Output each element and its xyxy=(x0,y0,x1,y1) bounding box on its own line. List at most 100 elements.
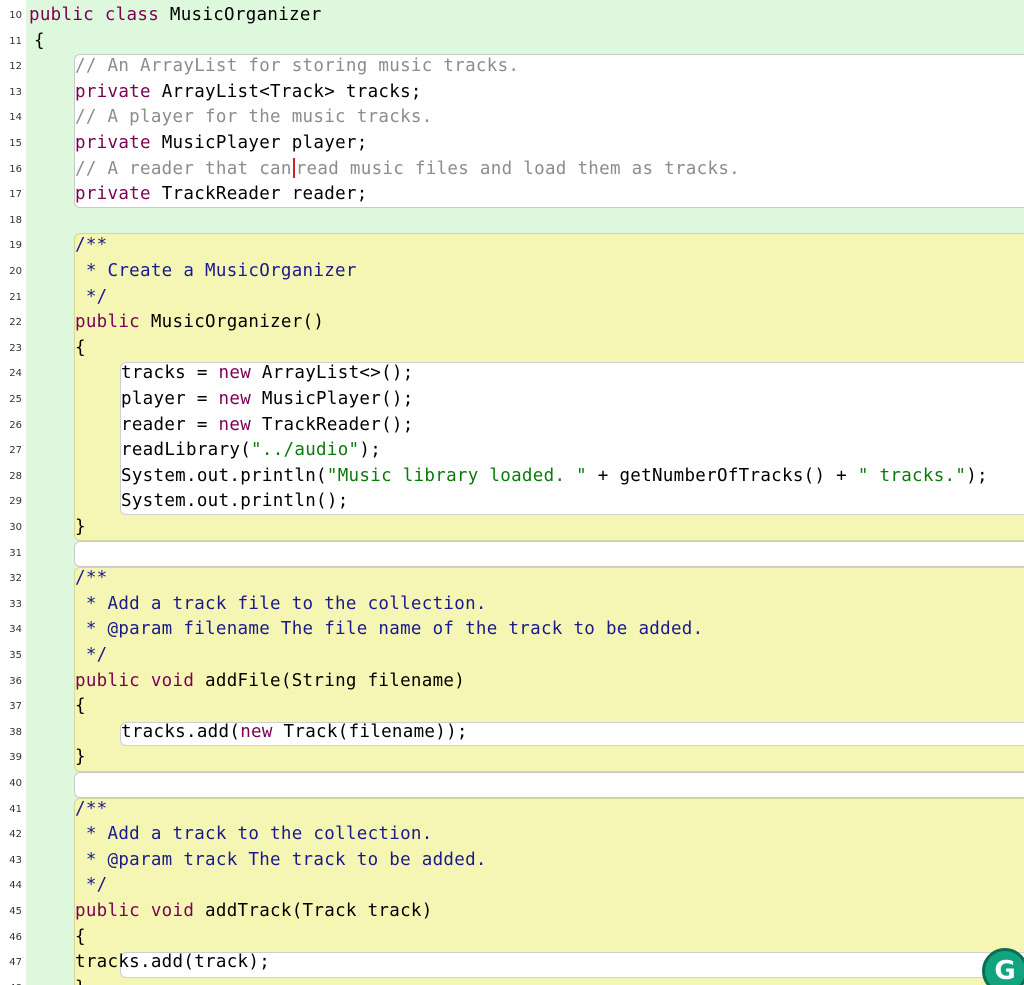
code-token: } xyxy=(75,978,86,985)
code-text[interactable]: /** xyxy=(75,566,108,592)
code-text[interactable]: // A reader that can read music files and… xyxy=(75,157,740,183)
code-text[interactable]: tracks.add(new Track(filename)); xyxy=(121,720,468,746)
line-number: 13 xyxy=(9,86,22,98)
code-token: ); xyxy=(359,440,382,461)
keyword-token: public xyxy=(75,312,141,333)
code-line: 38 tracks.add(new Track(filename)); xyxy=(0,720,1024,746)
code-line: 30} xyxy=(0,515,1024,541)
line-number: 23 xyxy=(9,342,22,354)
line-number: 11 xyxy=(9,35,22,47)
code-text[interactable]: System.out.println("Music library loaded… xyxy=(121,464,988,490)
code-line: 36 public void addFile(String filename) xyxy=(0,669,1024,695)
code-text[interactable]: public void addTrack(Track track) xyxy=(75,899,433,925)
code-line: 29 System.out.println(); xyxy=(0,489,1024,515)
code-text[interactable]: readLibrary("../audio"); xyxy=(121,438,381,464)
code-line: 45 public void addTrack(Track track) xyxy=(0,899,1024,925)
code-text[interactable]: public MusicOrganizer() xyxy=(75,310,324,336)
code-editor[interactable]: 10 public class MusicOrganizer 11 {12 // An … xyxy=(0,0,1024,985)
code-token: } xyxy=(75,517,86,537)
code-text[interactable]: /** xyxy=(75,233,108,259)
code-line: 40 xyxy=(0,771,1024,797)
code-text[interactable]: // A player for the music tracks. xyxy=(75,105,433,131)
code-text[interactable]: * Add a track file to the collection. xyxy=(75,592,487,618)
code-line: 16 // A reader that can read music files a… xyxy=(0,157,1024,183)
code-text[interactable]: * Create a MusicOrganizer xyxy=(75,259,357,285)
line-number: 12 xyxy=(9,61,22,73)
code-token: Track(filename)); xyxy=(272,721,468,742)
code-text[interactable]: */ xyxy=(75,873,108,899)
code-text[interactable]: private MusicPlayer player; xyxy=(75,131,368,157)
code-token: + getNumberOfTracks() + xyxy=(586,465,858,486)
code-text[interactable]: { xyxy=(34,29,45,55)
code-token: tracks.add(track); xyxy=(75,952,271,973)
code-line: 34 * @param filename The file name of th… xyxy=(0,617,1024,643)
line-number: 15 xyxy=(9,138,22,149)
code-text[interactable]: // An ArrayList for storing music tracks… xyxy=(75,54,519,80)
javadoc-token: /** xyxy=(75,798,108,819)
grammarly-icon[interactable]: G xyxy=(982,948,1024,985)
code-text[interactable]: * Add a track to the collection. xyxy=(75,822,433,848)
code-text[interactable]: } xyxy=(75,976,86,985)
code-line: 26 reader = new TrackReader(); xyxy=(0,413,1024,439)
line-number: 45 xyxy=(9,906,22,917)
comment-token: // A player for the music tracks. xyxy=(75,107,433,128)
code-token: addTrack(Track track) xyxy=(194,901,433,921)
code-token: MusicOrganizer() xyxy=(140,312,325,333)
code-text[interactable]: */ xyxy=(75,643,108,669)
code-line: 41 /** xyxy=(0,797,1024,823)
code-token: System.out.println(); xyxy=(121,491,349,512)
comment-token: // An ArrayList for storing music tracks… xyxy=(75,56,520,77)
code-text[interactable]: public class MusicOrganizer xyxy=(29,3,322,29)
code-text[interactable]: { xyxy=(75,925,86,951)
code-text[interactable]: reader = new TrackReader(); xyxy=(121,413,414,439)
code-token: { xyxy=(75,926,86,947)
code-line: 20 * Create a MusicOrganizer xyxy=(0,259,1024,285)
keyword-token: public void xyxy=(75,670,195,691)
code-token: { xyxy=(75,696,86,717)
javadoc-token: /** xyxy=(75,568,108,589)
code-text[interactable]: private ArrayList<Track> tracks; xyxy=(75,80,422,106)
code-token: tracks.add( xyxy=(121,721,241,742)
code-line: 19 /** xyxy=(0,233,1024,259)
code-text[interactable]: /** xyxy=(75,797,108,823)
line-number: 36 xyxy=(9,675,22,687)
code-token: addFile(String filename) xyxy=(194,670,466,691)
code-token: reader = xyxy=(121,414,219,435)
javadoc-token: */ xyxy=(75,645,108,665)
line-number: 10 xyxy=(9,10,22,21)
keyword-token: private xyxy=(75,133,151,153)
line-number: 30 xyxy=(9,522,22,533)
code-token: ); xyxy=(966,465,988,486)
javadoc-token: * Add a track file to the collection. xyxy=(75,593,487,614)
code-token: MusicPlayer(); xyxy=(251,389,414,409)
code-line: 11 { xyxy=(0,29,1024,55)
code-text[interactable]: public void addFile(String filename) xyxy=(75,669,465,695)
code-text[interactable]: * @param track The track to be added. xyxy=(75,848,487,874)
code-text[interactable]: tracks.add(track); xyxy=(75,950,270,976)
code-token: System.out.println( xyxy=(121,465,327,486)
code-text[interactable]: */ xyxy=(75,285,108,311)
code-line: 43 * @param track The track to be added. xyxy=(0,848,1024,874)
code-text[interactable]: } xyxy=(75,745,86,771)
code-text[interactable]: { xyxy=(75,336,86,362)
code-text[interactable]: private TrackReader reader; xyxy=(75,182,368,208)
code-text[interactable]: tracks = new ArrayList<>(); xyxy=(121,361,414,387)
code-text[interactable]: { xyxy=(75,694,86,720)
line-number: 19 xyxy=(9,240,22,252)
code-token: readLibrary( xyxy=(121,440,252,461)
keyword-token: new xyxy=(218,363,252,384)
line-number: 32 xyxy=(9,573,22,585)
code-text[interactable]: System.out.println(); xyxy=(121,489,349,515)
code-line: 39} xyxy=(0,745,1024,771)
line-number: 46 xyxy=(9,931,22,943)
code-line: 28 System.out.println("Music library load… xyxy=(0,464,1024,490)
code-text[interactable]: * @param filename The file name of the t… xyxy=(75,617,703,643)
code-line: 42 * Add a track to the collection. xyxy=(0,822,1024,848)
code-line: 14 // A player for the music tracks. xyxy=(0,105,1024,131)
code-text[interactable]: } xyxy=(75,515,86,541)
code-token: player = xyxy=(121,389,219,409)
code-line: 21 */ xyxy=(0,285,1024,311)
code-line: 25 player = new MusicPlayer(); xyxy=(0,387,1024,413)
code-text[interactable]: player = new MusicPlayer(); xyxy=(121,387,414,413)
javadoc-token: * @param track The track to be added. xyxy=(75,849,487,870)
